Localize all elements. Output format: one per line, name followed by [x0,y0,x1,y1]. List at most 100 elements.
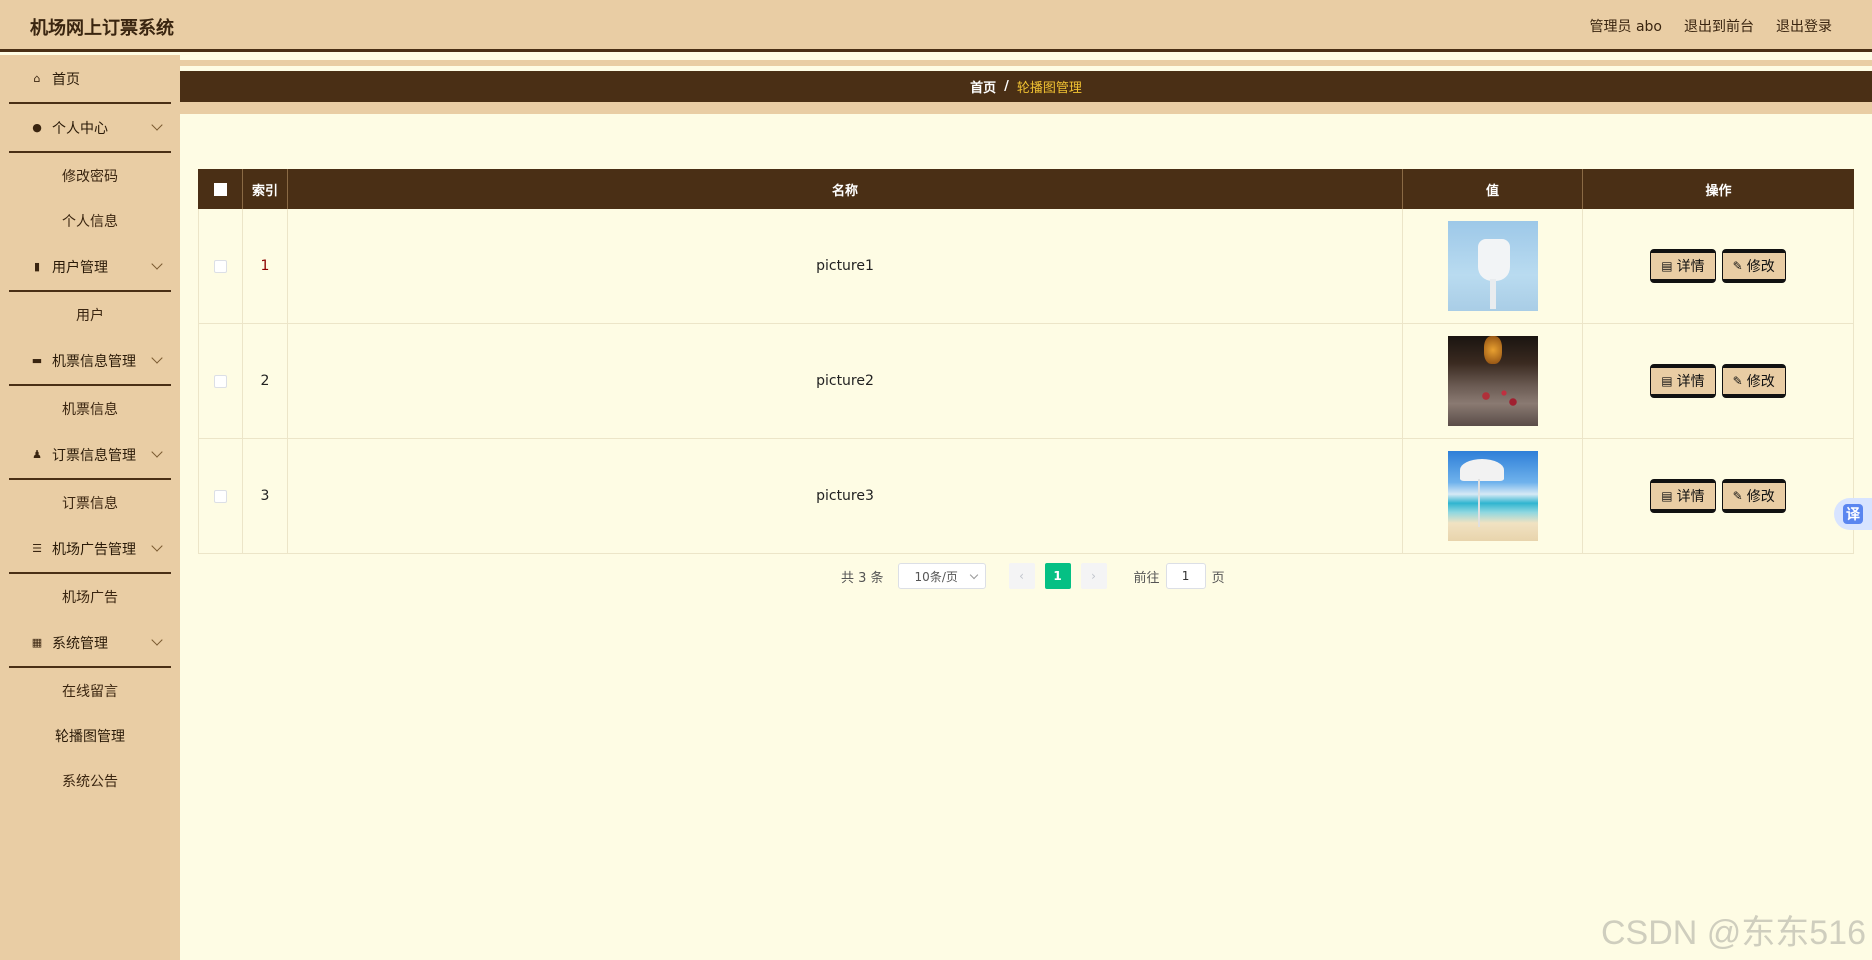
sidebar-group-label: 系统管理 [52,635,108,652]
chevron-down-icon [151,634,163,646]
document-icon: ▮ [33,260,41,273]
exit-to-front-link[interactable]: 退出到前台 [1684,16,1754,36]
watermark: CSDN @东东516 [1600,914,1866,952]
pagination: 共 3 条 10条/页 ‹ 1 › 前往 1 页 [841,563,1225,589]
row-value-cell [1403,209,1583,323]
select-all-checkbox[interactable] [213,182,227,196]
home-icon: ⌂ [33,72,41,85]
row-checkbox[interactable] [214,259,227,273]
breadcrumb-home[interactable]: 首页 [970,77,996,96]
row-thumbnail[interactable] [1447,336,1538,426]
sidebar-item-personal-info[interactable]: 个人信息 [9,198,171,243]
header-name: 名称 [288,169,1403,209]
sidebar-item-label: 首页 [52,71,80,88]
header-select-all[interactable] [198,169,243,209]
edit-button[interactable]: ✎ 修改 [1721,479,1786,513]
page-size-select[interactable]: 10条/页 [897,563,986,589]
row-actions: ▤ 详情 ✎ 修改 [1583,439,1854,553]
row-checkbox-cell [198,324,243,438]
page-suffix-label: 页 [1211,570,1225,586]
chevron-down-icon [969,570,978,580]
chevron-left-icon: ‹ [1019,569,1024,583]
chevron-down-icon [151,352,163,364]
sidebar-item-users[interactable]: 用户 [9,292,171,337]
sidebar-item-change-password[interactable]: 修改密码 [9,153,171,198]
sliders-icon: ☰ [32,542,42,555]
prev-page-button[interactable]: ‹ [1008,563,1035,589]
logout-link[interactable]: 退出登录 [1776,16,1832,36]
admin-user-label: 管理员 abo [1589,19,1662,35]
sidebar-item-announcements[interactable]: 系统公告 [9,758,171,803]
chevron-down-icon [151,258,163,270]
table-row: 2 picture2 ▤ 详情 ✎ 修改 [198,324,1854,439]
briefcase-icon: ▬ [31,354,43,367]
sidebar-group-label: 机票信息管理 [52,353,136,370]
chevron-right-icon: › [1091,569,1096,583]
top-header: 机场网上订票系统 管理员 abo 退出到前台 退出登录 [0,0,1872,52]
detail-button[interactable]: ▤ 详情 [1650,479,1716,513]
row-checkbox[interactable] [214,489,227,503]
edit-label: 修改 [1746,489,1775,505]
user-icon: ● [32,121,42,134]
table-row: 1 picture1 ▤ 详情 ✎ 修改 [198,209,1854,324]
translate-button[interactable]: 译 [1834,498,1872,530]
sidebar-group-label: 用户管理 [52,259,108,276]
detail-label: 详情 [1676,259,1705,275]
row-actions: ▤ 详情 ✎ 修改 [1583,209,1854,323]
chevron-down-icon [151,119,163,131]
row-thumbnail[interactable] [1447,451,1538,541]
edit-button[interactable]: ✎ 修改 [1721,249,1786,283]
sidebar-group-label: 个人中心 [52,120,108,137]
sidebar-item-ticket-info[interactable]: 机票信息 [9,386,171,431]
document-icon: ▤ [1661,489,1673,503]
sidebar-group-personal[interactable]: ● 个人中心 [9,104,171,153]
carousel-table: 索引 名称 值 操作 1 picture1 ▤ 详情 ✎ 修改 2 picture2… [198,169,1854,554]
grid-icon: ▦ [31,636,43,649]
page-number-button[interactable]: 1 [1044,563,1071,589]
breadcrumb: 首页 / 轮播图管理 [180,71,1872,114]
sidebar-group-bookings[interactable]: ♟ 订票信息管理 [9,431,171,480]
header-value: 值 [1403,169,1583,209]
header-actions: 管理员 abo 退出到前台 退出登录 [1590,16,1832,36]
sidebar-group-tickets[interactable]: ▬ 机票信息管理 [9,337,171,386]
next-page-button[interactable]: › [1080,563,1107,589]
breadcrumb-separator: / [1004,79,1009,94]
edit-label: 修改 [1746,259,1775,275]
main-content: 首页 / 轮播图管理 索引 名称 值 操作 1 picture1 ▤ 详情 ✎ 修改… [180,55,1872,960]
sidebar-item-messages[interactable]: 在线留言 [9,668,171,713]
pencil-icon: ✎ [1732,259,1743,273]
person-icon: ♟ [32,448,42,461]
row-actions: ▤ 详情 ✎ 修改 [1583,324,1854,438]
edit-button[interactable]: ✎ 修改 [1721,364,1786,398]
page-size-value: 10条/页 [914,569,958,584]
sidebar-item-carousel[interactable]: 轮播图管理 [9,713,171,758]
edit-label: 修改 [1746,374,1775,390]
sidebar-group-users[interactable]: ▮ 用户管理 [9,243,171,292]
detail-button[interactable]: ▤ 详情 [1650,364,1716,398]
goto-page-input[interactable]: 1 [1165,563,1206,589]
translate-icon: 译 [1843,504,1863,524]
goto-label: 前往 [1133,570,1160,586]
document-icon: ▤ [1661,374,1673,388]
sidebar-item-booking-info[interactable]: 订票信息 [9,480,171,525]
sidebar-group-system[interactable]: ▦ 系统管理 [9,619,171,668]
page-jump: 前往 1 页 [1134,563,1225,589]
table-header: 索引 名称 值 操作 [198,169,1854,209]
header-index: 索引 [243,169,288,209]
row-index: 1 [243,209,288,323]
row-value-cell [1403,439,1583,553]
sidebar-group-label: 机场广告管理 [52,541,136,558]
chevron-down-icon [151,540,163,552]
row-name: picture1 [288,209,1403,323]
row-thumbnail[interactable] [1447,221,1538,311]
top-strip [180,60,1872,66]
row-name: picture2 [288,324,1403,438]
detail-label: 详情 [1676,374,1705,390]
chevron-down-icon [151,446,163,458]
sidebar-group-ads[interactable]: ☰ 机场广告管理 [9,525,171,574]
detail-button[interactable]: ▤ 详情 [1650,249,1716,283]
sidebar-item-airport-ads[interactable]: 机场广告 [9,574,171,619]
sidebar-item-home[interactable]: ⌂ 首页 [9,55,171,104]
row-checkbox[interactable] [214,374,227,388]
pencil-icon: ✎ [1732,374,1743,388]
